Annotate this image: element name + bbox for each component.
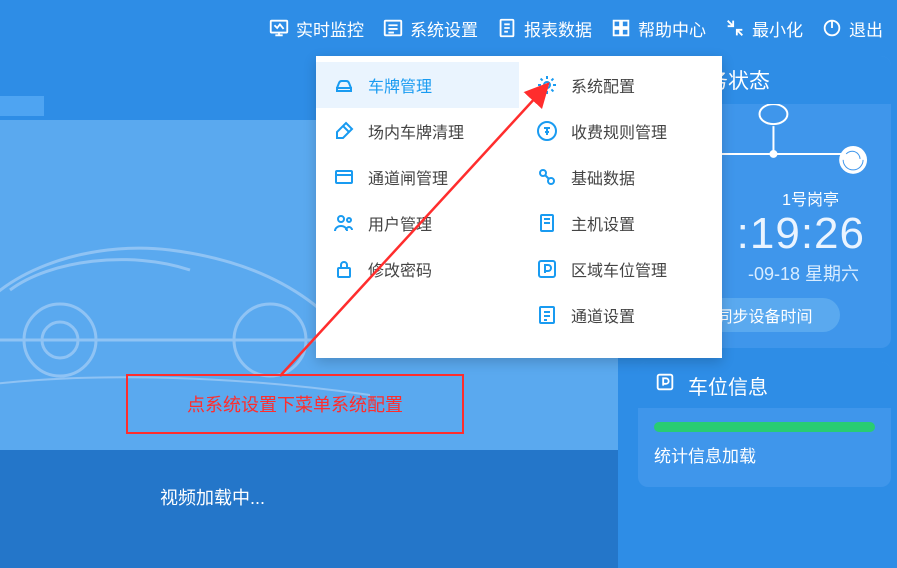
nav-label: 最小化 [752,16,803,41]
sync-btn-label: 同步设备时间 [716,303,812,327]
nav-system-settings[interactable]: 系统设置 [382,16,478,41]
menu-item-label: 收费规则管理 [571,119,667,143]
nav-minimize[interactable]: 最小化 [724,16,803,41]
nav-label: 实时监控 [296,16,364,41]
nav-report-data[interactable]: 报表数据 [496,16,592,41]
user-mgmt-icon [332,211,356,235]
gate-mgmt-icon [332,165,356,189]
settings-list-icon [382,17,404,39]
menu-item-change-pwd[interactable]: 修改密码 [316,246,519,292]
menu-item-sys-config[interactable]: 系统配置 [519,62,722,108]
menu-item-label: 区域车位管理 [571,257,667,281]
menu-item-plate-mgmt[interactable]: 车牌管理 [316,62,519,108]
video-loading-bar: 视频加载中... [0,450,618,568]
menu-item-label: 系统配置 [571,73,635,97]
menu-item-host-set[interactable]: 主机设置 [519,200,722,246]
car-outline-icon [0,200,370,400]
parking-progress [654,422,875,432]
monitor-icon [268,17,290,39]
parking-info-panel: 车位信息 统计信息加载 [638,362,891,487]
annotation-callout: 点系统设置下菜单系统配置 [126,374,464,434]
parking-stat-text: 统计信息加载 [638,442,891,487]
change-pwd-icon [332,257,356,281]
nav-help-center[interactable]: 帮助中心 [610,16,706,41]
callout-text: 点系统设置下菜单系统配置 [187,391,403,417]
video-loading-text: 视频加载中... [160,484,265,510]
parking-progress-fill [654,422,875,432]
report-icon [496,17,518,39]
help-grid-icon [610,17,632,39]
menu-item-label: 场内车牌清理 [368,119,464,143]
nav-realtime-monitor[interactable]: 实时监控 [268,16,364,41]
menu-item-label: 用户管理 [368,211,432,235]
menu-item-label: 通道设置 [571,303,635,327]
fee-rules-icon [535,119,559,143]
menu-item-gate-mgmt[interactable]: 通道闸管理 [316,154,519,200]
channel-set-icon [535,303,559,327]
nav-label: 退出 [849,16,883,41]
menu-item-zone-park[interactable]: 区域车位管理 [519,246,722,292]
menu-item-channel-set[interactable]: 通道设置 [519,292,722,338]
menu-item-base-data[interactable]: 基础数据 [519,154,722,200]
minimize-icon [724,17,746,39]
dropdown-left-column: 车牌管理场内车牌清理通道闸管理用户管理修改密码 [316,56,519,358]
dropdown-right-column: 系统配置收费规则管理基础数据主机设置区域车位管理通道设置 [519,56,722,358]
panel-tab [0,96,44,116]
nav-exit[interactable]: 退出 [821,16,883,41]
zone-park-icon [535,257,559,281]
nav-label: 帮助中心 [638,16,706,41]
nav-label: 报表数据 [524,16,592,41]
menu-item-label: 主机设置 [571,211,635,235]
host-set-icon [535,211,559,235]
top-navbar: 实时监控 系统设置 报表数据 帮助中心 最小化 退出 [0,0,897,56]
menu-item-label: 通道闸管理 [368,165,448,189]
parking-title: 车位信息 [688,371,768,400]
plate-clean-icon [332,119,356,143]
base-data-icon [535,165,559,189]
sys-config-icon [535,73,559,97]
parking-panel-header: 车位信息 [638,362,891,408]
plate-mgmt-icon [332,73,356,97]
menu-item-fee-rules[interactable]: 收费规则管理 [519,108,722,154]
parking-icon [654,371,676,399]
power-icon [821,17,843,39]
menu-item-label: 基础数据 [571,165,635,189]
menu-item-label: 车牌管理 [368,73,432,97]
menu-item-plate-clean[interactable]: 场内车牌清理 [316,108,519,154]
menu-item-label: 修改密码 [368,257,432,281]
system-settings-dropdown: 车牌管理场内车牌清理通道闸管理用户管理修改密码 系统配置收费规则管理基础数据主机… [316,56,722,358]
nav-label: 系统设置 [410,16,478,41]
menu-item-user-mgmt[interactable]: 用户管理 [316,200,519,246]
